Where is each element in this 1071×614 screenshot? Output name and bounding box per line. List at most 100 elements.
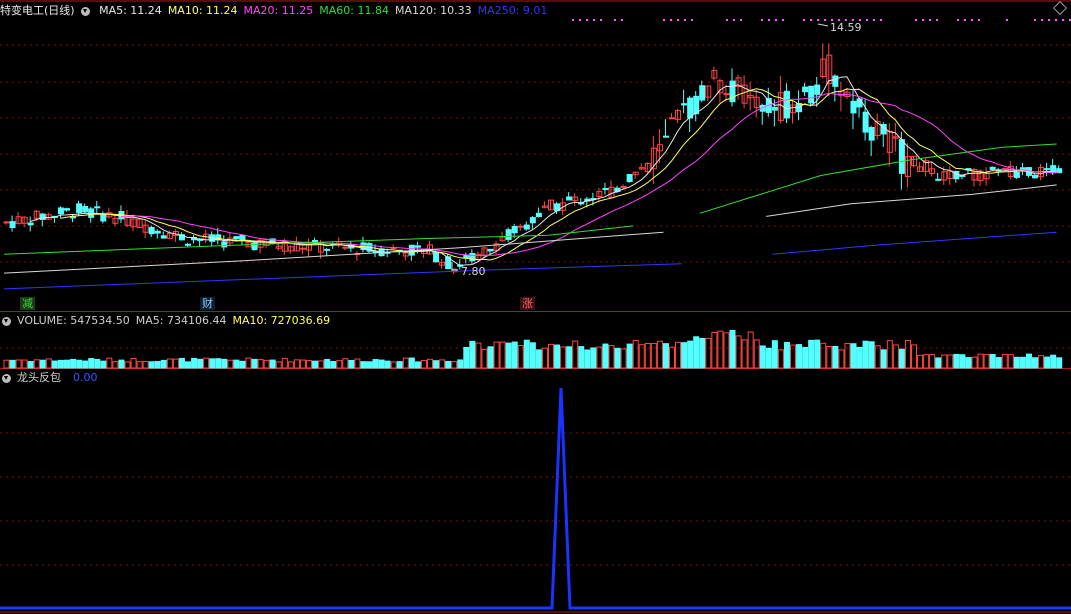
- event-tag-finance[interactable]: 财: [200, 297, 215, 310]
- volume-bar: [566, 346, 573, 369]
- signal-dot: [740, 19, 742, 21]
- kline-chart[interactable]: [0, 0, 1071, 614]
- volume-bar: [372, 359, 379, 369]
- candle-down: [1013, 171, 1020, 178]
- volume-bar: [741, 339, 748, 369]
- volume-bar: [330, 360, 337, 369]
- candle-down: [1044, 168, 1051, 171]
- volume-bar: [517, 345, 524, 369]
- volume-bar: [620, 348, 627, 369]
- signal-dot: [663, 19, 665, 21]
- volume-bar: [904, 339, 911, 369]
- volume-bar: [874, 345, 881, 369]
- volume-bar: [693, 336, 700, 369]
- volume-bar: [51, 360, 58, 369]
- volume-bar: [1050, 354, 1057, 369]
- volume-bar: [178, 357, 185, 369]
- candle-up: [620, 185, 627, 188]
- candle-down: [251, 242, 258, 251]
- indicator-signal-line: [0, 387, 1071, 610]
- ma120-line: [766, 184, 1057, 217]
- volume-bar: [251, 358, 258, 369]
- candle-down: [814, 84, 821, 95]
- signal-dot: [726, 19, 728, 21]
- volume-bar: [656, 340, 663, 369]
- volume-bar: [747, 331, 754, 369]
- volume-bar: [723, 332, 730, 369]
- volume-bar: [614, 347, 621, 369]
- volume-bar: [293, 359, 300, 369]
- volume-bar: [935, 357, 942, 369]
- volume-bar: [1019, 356, 1026, 369]
- volume-bar: [856, 346, 863, 369]
- volume-bar: [971, 356, 978, 369]
- volume-bar: [705, 337, 712, 369]
- candle-down: [989, 166, 996, 170]
- candle-down: [681, 103, 688, 106]
- volume-bar: [390, 361, 397, 369]
- signal-dot: [803, 19, 805, 21]
- signal-dot: [1055, 19, 1057, 21]
- volume-bar: [596, 346, 603, 369]
- volume-bar: [312, 360, 319, 369]
- candle-down: [505, 229, 512, 240]
- candle-up: [517, 225, 524, 228]
- event-tag-rise[interactable]: 涨: [520, 297, 535, 310]
- event-tag-reduce[interactable]: 减: [20, 297, 35, 310]
- volume-bar: [366, 361, 373, 369]
- volume-bar: [560, 346, 567, 369]
- volume-bar: [469, 340, 476, 369]
- candle-up: [342, 246, 349, 249]
- candle-down: [566, 196, 573, 201]
- candle-down: [414, 245, 421, 248]
- volume-bar: [578, 346, 585, 369]
- volume-bar: [82, 360, 89, 369]
- volume-bar: [221, 358, 228, 369]
- volume-bar: [185, 361, 191, 369]
- signal-dot: [915, 19, 917, 21]
- volume-bar: [318, 360, 325, 369]
- volume-bar: [759, 345, 766, 369]
- signal-dot: [1062, 19, 1064, 21]
- signal-dot: [1048, 19, 1050, 21]
- volume-bar: [802, 346, 809, 369]
- volume-bar: [76, 359, 83, 369]
- volume-bar: [959, 354, 966, 369]
- signal-dot: [733, 19, 735, 21]
- candle-down: [64, 208, 70, 211]
- volume-bar: [408, 357, 415, 369]
- volume-bar: [1056, 357, 1063, 369]
- signal-dot: [964, 19, 966, 21]
- signal-dot: [929, 19, 931, 21]
- volume-bar: [554, 344, 561, 369]
- volume-bar: [142, 360, 149, 369]
- volume-bar: [275, 361, 282, 369]
- ma250-line: [772, 231, 1057, 255]
- volume-bar: [880, 349, 887, 369]
- volume-bar: [1032, 357, 1038, 369]
- volume-bar: [269, 359, 276, 369]
- volume-bar: [336, 360, 343, 369]
- volume-bar: [632, 339, 639, 369]
- candle-down: [148, 227, 155, 235]
- candle-down: [94, 206, 101, 209]
- volume-bar: [590, 347, 597, 369]
- candle-down: [324, 248, 331, 251]
- volume-bar: [57, 359, 64, 369]
- volume-bar: [1013, 356, 1020, 369]
- volume-bar: [481, 348, 488, 369]
- volume-bar: [765, 347, 772, 369]
- volume-bar: [100, 360, 107, 369]
- volume-bar: [687, 340, 694, 369]
- volume-bar: [451, 361, 458, 369]
- volume-bar: [771, 340, 778, 369]
- volume-bar: [257, 359, 264, 369]
- volume-bar: [136, 361, 143, 369]
- candle-down: [602, 188, 609, 191]
- signal-dot: [922, 19, 924, 21]
- volume-bar: [209, 358, 216, 369]
- volume-bar: [263, 359, 270, 369]
- volume-bar: [420, 360, 427, 369]
- volume-bar: [342, 358, 349, 369]
- signal-dot: [586, 19, 588, 21]
